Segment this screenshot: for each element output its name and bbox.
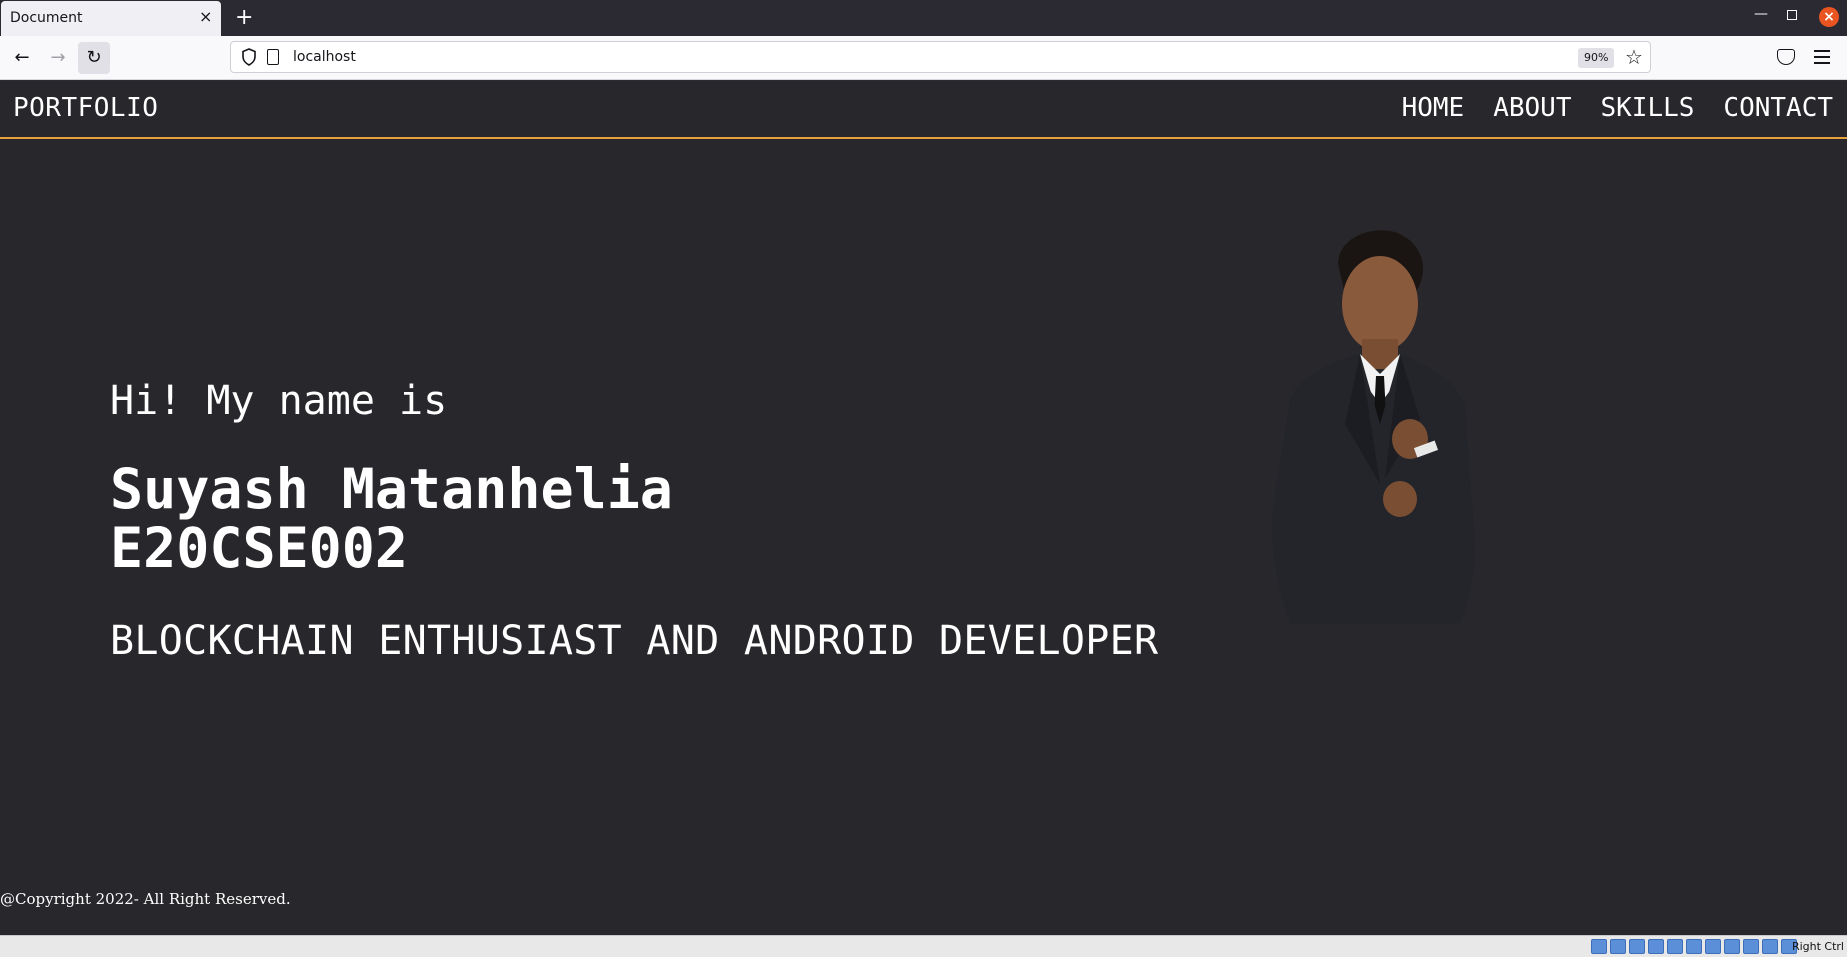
- browser-toolbar: ← → ↻ localhost 90% ☆: [0, 36, 1847, 80]
- hamburger-menu-icon[interactable]: [1814, 50, 1830, 68]
- forward-arrow-icon[interactable]: →: [42, 42, 74, 74]
- window-minimize-icon[interactable]: —: [1754, 6, 1768, 22]
- window-close-icon[interactable]: ×: [1819, 7, 1839, 27]
- usb-icon[interactable]: [1667, 939, 1683, 954]
- nav-link-skills[interactable]: SKILLS: [1601, 93, 1695, 123]
- hero-tagline: BLOCKCHAIN ENTHUSIAST AND ANDROID DEVELO…: [110, 618, 1159, 664]
- hero-name: Suyash Matanhelia: [110, 457, 673, 521]
- pocket-icon[interactable]: [1777, 49, 1795, 65]
- tab-title: Document: [10, 10, 83, 26]
- new-tab-icon[interactable]: +: [235, 4, 253, 32]
- hero-roll-number: E20CSE002: [110, 516, 409, 580]
- nav-link-contact[interactable]: CONTACT: [1723, 93, 1833, 123]
- network-icon[interactable]: [1648, 939, 1664, 954]
- nav-link-home[interactable]: HOME: [1402, 93, 1465, 123]
- display-icon[interactable]: [1705, 939, 1721, 954]
- bookmark-star-icon[interactable]: ☆: [1625, 45, 1643, 69]
- window-restore-icon[interactable]: [1787, 10, 1797, 20]
- site-header: PORTFOLIO HOME ABOUT SKILLS CONTACT: [0, 81, 1847, 139]
- url-text[interactable]: localhost: [293, 49, 356, 65]
- site-logo[interactable]: PORTFOLIO: [13, 93, 158, 123]
- hero-greeting: Hi! My name is: [110, 378, 448, 424]
- host-key-label: Right Ctrl: [1791, 940, 1844, 953]
- back-arrow-icon[interactable]: ←: [6, 42, 38, 74]
- profile-photo: [1271, 230, 1475, 624]
- shared-folder-icon[interactable]: [1686, 939, 1702, 954]
- mouse-integration-icon[interactable]: [1762, 939, 1778, 954]
- page-content: PORTFOLIO HOME ABOUT SKILLS CONTACT Hi! …: [0, 81, 1847, 935]
- status-tray: [1591, 939, 1797, 954]
- page-icon: [267, 49, 279, 65]
- nav-link-about[interactable]: ABOUT: [1493, 93, 1571, 123]
- address-bar[interactable]: localhost 90% ☆: [230, 41, 1651, 73]
- site-nav: HOME ABOUT SKILLS CONTACT: [1402, 93, 1833, 123]
- audio-icon[interactable]: [1629, 939, 1645, 954]
- tab-close-icon[interactable]: ×: [199, 9, 212, 25]
- browser-tab-bar: Document × + — ×: [0, 0, 1847, 36]
- shield-icon[interactable]: [241, 48, 257, 66]
- zoom-level-button[interactable]: 90%: [1578, 48, 1615, 68]
- vm-status-bar: Right Ctrl: [0, 935, 1847, 957]
- cpu-icon[interactable]: [1743, 939, 1759, 954]
- reload-icon[interactable]: ↻: [78, 42, 110, 74]
- footer-copyright: @Copyright 2022- All Right Reserved.: [0, 890, 291, 908]
- browser-tab[interactable]: Document ×: [1, 1, 221, 36]
- optical-drive-icon[interactable]: [1610, 939, 1626, 954]
- hdd-icon[interactable]: [1591, 939, 1607, 954]
- recording-icon[interactable]: [1724, 939, 1740, 954]
